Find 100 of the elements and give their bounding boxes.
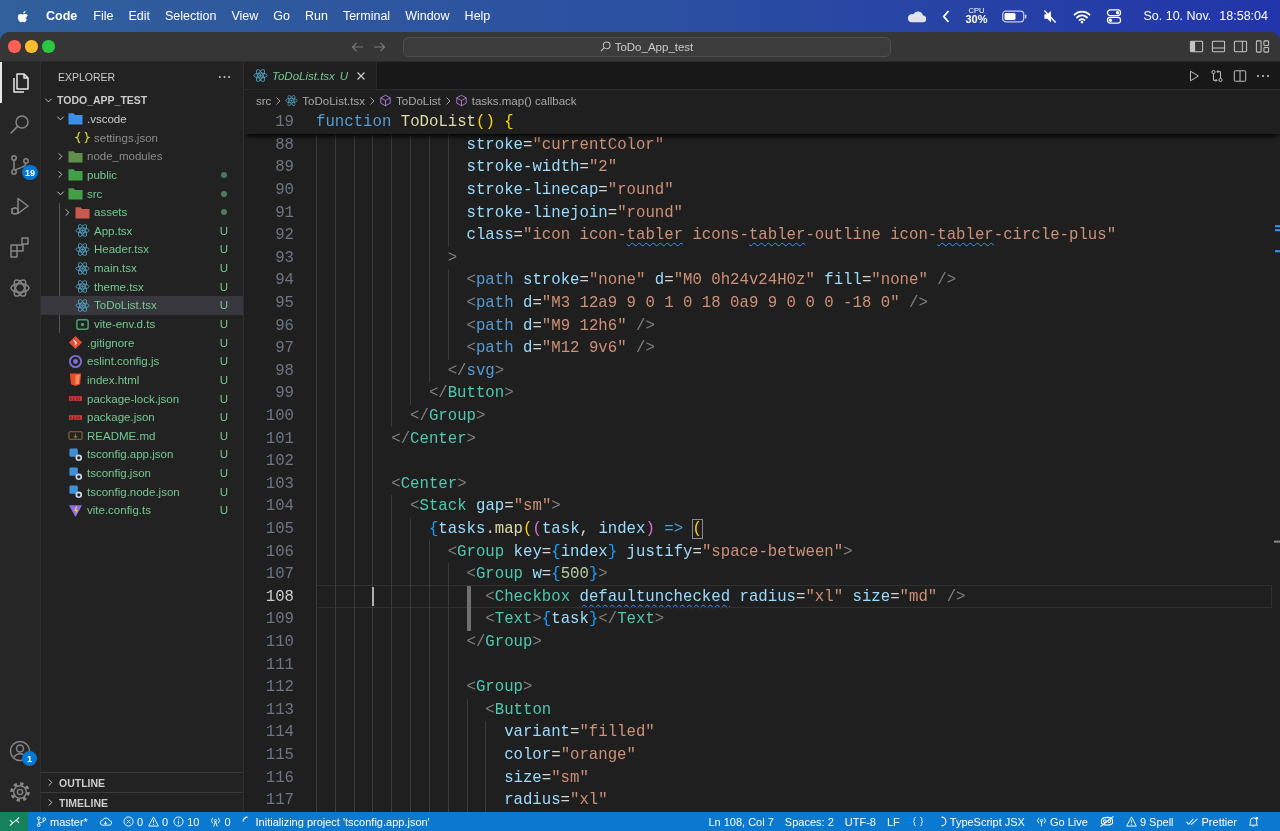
ring-icon (68, 353, 83, 369)
tree-item[interactable]: .gitignore U (41, 333, 243, 352)
atom-icon (75, 223, 90, 239)
tree-item[interactable]: settings.json (41, 128, 243, 147)
warning-icon (1125, 816, 1137, 827)
close-window-button[interactable] (8, 40, 21, 53)
tree-item[interactable]: main.tsx U (41, 258, 243, 278)
infos-item[interactable]: 10 (173, 815, 200, 828)
folder-tree-item[interactable]: assets (41, 202, 243, 222)
menu-item[interactable]: Edit (128, 9, 150, 23)
menu-item[interactable]: Window (405, 9, 450, 23)
menu-item[interactable]: Terminal (342, 9, 391, 23)
language-item[interactable]: TypeScript JSX (935, 815, 1025, 828)
cloud-icon[interactable] (906, 8, 928, 24)
formatter-item[interactable]: Prettier (1184, 815, 1237, 828)
chevron-right-icon (274, 95, 283, 106)
menu-item[interactable]: View (231, 9, 259, 23)
accounts-item[interactable]: 1 (0, 730, 40, 771)
line-ending-item[interactable]: LF (886, 815, 900, 828)
folder-tree-item[interactable]: .vscode (41, 109, 243, 129)
editor-tab[interactable]: ToDoList.tsx U (244, 62, 378, 89)
tree-item[interactable]: vite-env.d.ts U (41, 314, 243, 334)
more-icon[interactable] (218, 74, 231, 79)
folder-tree-item[interactable]: node_modules (41, 146, 243, 166)
line-number: 104 (264, 497, 294, 516)
breadcrumb-item[interactable]: ToDoList.tsx (285, 94, 365, 107)
close-icon[interactable] (356, 70, 367, 81)
folder-tree-item[interactable]: src (41, 184, 243, 203)
tree-item[interactable]: ToDoList.tsx U (41, 296, 243, 315)
status-letter: U (219, 224, 229, 237)
code-line: <path stroke="none" d="M0 0h24v24H0z" fill="none" /> (466, 271, 957, 290)
tree-item[interactable]: package.json U (41, 407, 243, 427)
line-number: 100 (264, 407, 294, 425)
ports-item[interactable]: 0 (210, 815, 231, 828)
battery-icon[interactable] (1002, 8, 1028, 24)
progress-item[interactable]: Initializing project 'tsconfig.app.json' (241, 815, 430, 828)
tree-item[interactable]: Header.tsx U (41, 240, 243, 259)
breadcrumb-item[interactable]: tasks.map() callback (454, 94, 577, 107)
panel-toggle-icon[interactable] (1211, 39, 1226, 54)
cloud-sync-icon[interactable] (98, 816, 112, 827)
apple-icon[interactable] (16, 8, 29, 24)
menu-item[interactable]: Run (304, 9, 328, 23)
sidebar-left-toggle-icon[interactable] (1189, 39, 1204, 54)
tree-item[interactable]: tsconfig.app.json U (41, 445, 243, 464)
code-line: stroke-linejoin="round" (466, 203, 684, 222)
wifi-icon[interactable] (1073, 8, 1092, 24)
goggles-icon[interactable] (1098, 816, 1115, 827)
line-number: 90 (274, 181, 294, 200)
menu-item[interactable]: Go (273, 9, 290, 23)
braces-icon[interactable] (910, 816, 925, 827)
spell-check-item[interactable]: 9 Spell (1125, 815, 1174, 828)
tree-item[interactable]: index.html U (41, 370, 243, 390)
workspace-header[interactable]: TODO_APP_TEST (41, 91, 243, 110)
tree-item[interactable]: README.md U (41, 426, 243, 446)
split-editor-icon[interactable] (1233, 68, 1247, 83)
status-letter: U (219, 411, 229, 424)
indentation-item[interactable]: Spaces: 2 (784, 815, 834, 828)
settings-icon (8, 779, 32, 804)
zoom-window-button[interactable] (42, 40, 55, 53)
branch-item[interactable]: master* (36, 815, 88, 828)
tree-item[interactable]: theme.tsx U (41, 277, 243, 297)
speaker-muted-icon[interactable] (1042, 8, 1059, 24)
tile-ring-icon (68, 484, 83, 500)
menu-item[interactable]: Selection (164, 9, 217, 23)
tree-item[interactable]: App.tsx U (41, 221, 243, 241)
activity-item[interactable]: 19 (0, 144, 40, 185)
sidebar-right-toggle-icon[interactable] (1233, 39, 1248, 54)
menu-item[interactable]: File (93, 9, 114, 23)
folder-tree-item[interactable]: public (41, 165, 243, 185)
clock-time[interactable]: 18:58:04 (1219, 9, 1268, 23)
code-line: </Button> (428, 384, 514, 403)
bell-icon[interactable] (1248, 816, 1259, 827)
line-number: 89 (274, 158, 294, 177)
clock-date[interactable]: So. 10. Nov. (1143, 9, 1212, 23)
app-menu[interactable]: Code (46, 9, 78, 23)
tree-item[interactable]: tsconfig.node.json U (41, 482, 243, 502)
command-center-search[interactable]: ToDo_App_test (402, 36, 891, 57)
errors-item[interactable]: 0 (122, 815, 144, 828)
minimize-window-button[interactable] (25, 40, 38, 53)
warnings-item[interactable]: 0 (148, 815, 169, 828)
live-server-item[interactable]: Go Live (1035, 815, 1088, 828)
tree-item[interactable]: tsconfig.json U (41, 463, 243, 483)
play-icon[interactable] (1187, 68, 1201, 83)
menu-item[interactable]: Help (464, 9, 491, 23)
remote-button[interactable] (0, 812, 28, 831)
chevron-left-icon[interactable] (942, 8, 951, 24)
compare-changes-icon[interactable] (1210, 68, 1224, 83)
cursor-position-item[interactable]: Ln 108, Col 7 (708, 815, 774, 828)
tree-item[interactable]: package-lock.json U (41, 389, 243, 408)
tree-item[interactable]: vite.config.ts U (41, 501, 243, 520)
breadcrumb-item[interactable]: src (256, 94, 272, 107)
status-letter: U (219, 243, 229, 256)
section-header[interactable]: OUTLINE (41, 772, 243, 792)
line-number: 94 (274, 271, 294, 290)
encoding-item[interactable]: UTF-8 (844, 815, 876, 828)
code-line: </Center> (391, 429, 476, 448)
toggles-icon[interactable] (1106, 8, 1123, 24)
tree-item[interactable]: eslint.config.js U (41, 351, 243, 371)
layout-icon[interactable] (1255, 39, 1270, 54)
breadcrumb-item[interactable]: ToDoList (379, 94, 441, 107)
